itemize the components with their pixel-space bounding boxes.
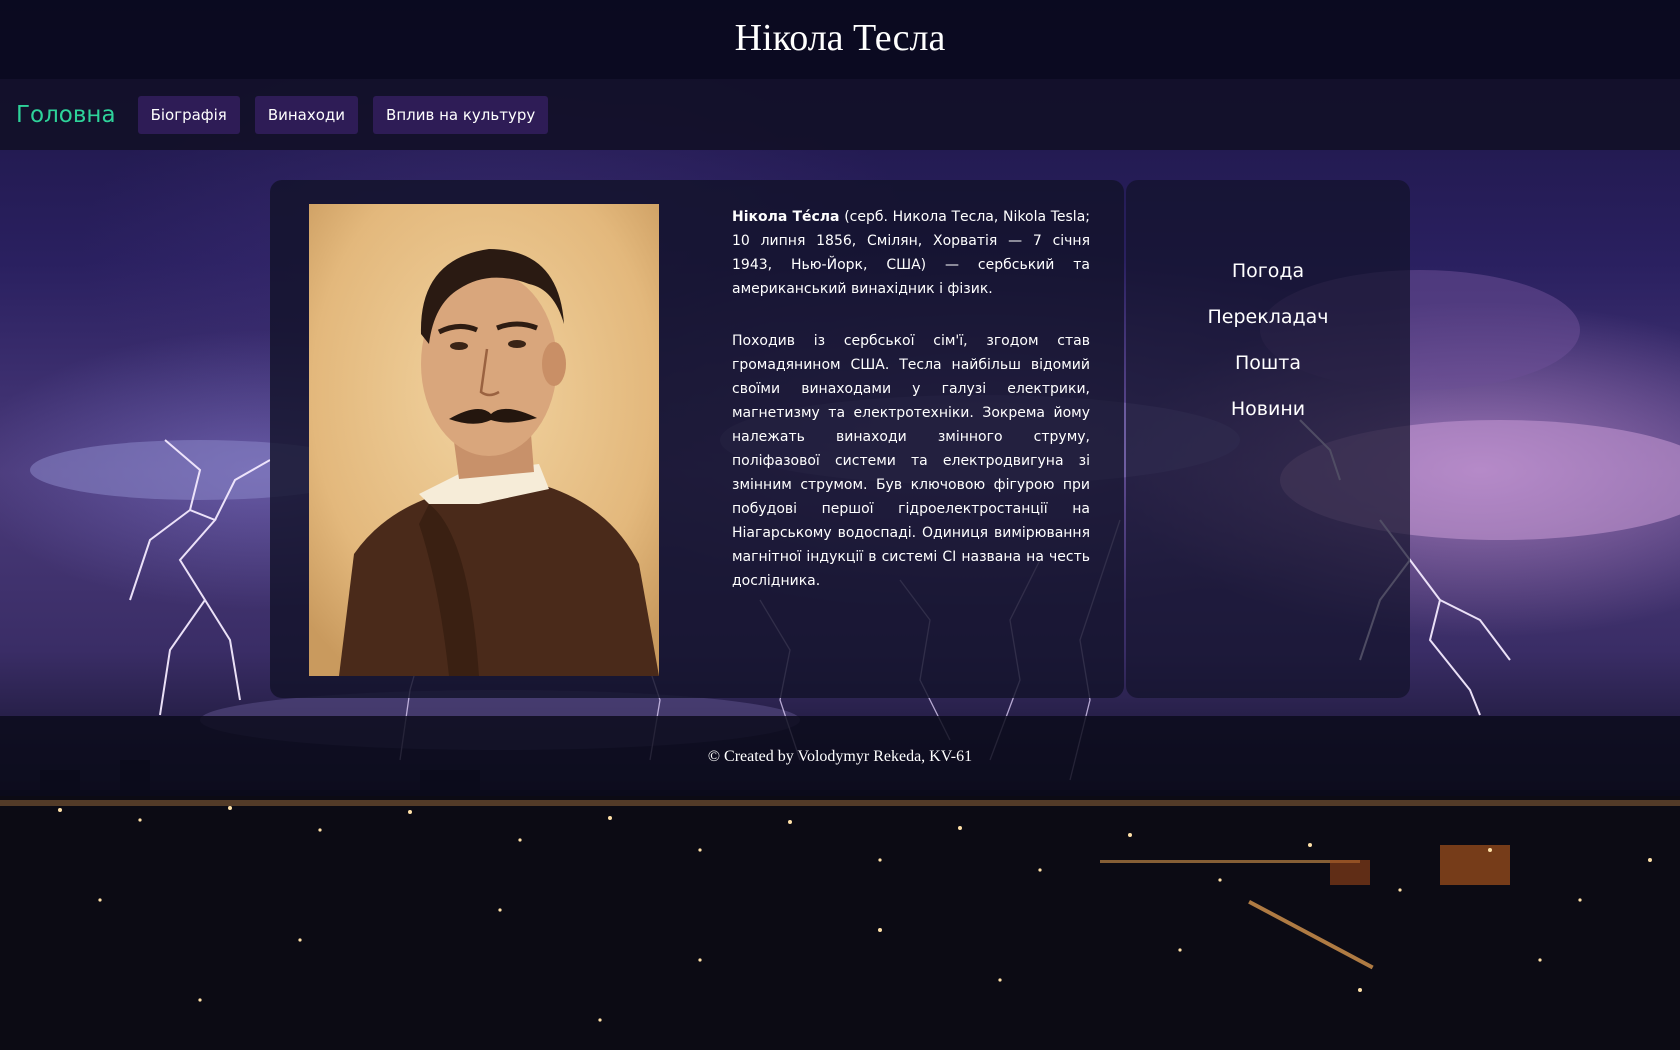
- sidebar-card: Погода Перекладач Пошта Новини: [1126, 180, 1410, 698]
- nav-button-biography[interactable]: Біографія: [137, 95, 240, 134]
- nav-button-culture-impact[interactable]: Вплив на культуру: [373, 95, 549, 134]
- tesla-portrait-image: [309, 204, 659, 676]
- article-card: Нікола Те́сла (серб. Никола Тесла, Nikol…: [270, 180, 1124, 698]
- main-nav: Головна Біографія Винаходи Вплив на куль…: [0, 79, 1680, 150]
- nav-button-inventions[interactable]: Винаходи: [254, 95, 359, 134]
- sidebar-link-translator[interactable]: Перекладач: [1208, 294, 1329, 340]
- article-intro: Нікола Те́сла (серб. Никола Тесла, Nikol…: [732, 205, 1090, 301]
- sidebar-link-weather[interactable]: Погода: [1232, 248, 1304, 294]
- site-footer: © Created by Volodymyr Rekeda, KV-61: [0, 716, 1680, 796]
- sidebar-link-mail[interactable]: Пошта: [1235, 340, 1301, 386]
- footer-copyright: © Created by Volodymyr Rekeda, KV-61: [707, 747, 973, 765]
- article-name-bold: Нікола Те́сла: [732, 209, 840, 225]
- nav-home-link[interactable]: Головна: [16, 102, 116, 128]
- sidebar-link-news[interactable]: Новини: [1231, 386, 1305, 432]
- page-title: Нікола Тесла: [734, 17, 946, 59]
- article-text: Нікола Те́сла (серб. Никола Тесла, Nikol…: [732, 205, 1090, 593]
- site-header: Нікола Тесла: [0, 0, 1680, 79]
- article-paragraph: Походив із сербської сім'ї, згодом став …: [732, 333, 1090, 589]
